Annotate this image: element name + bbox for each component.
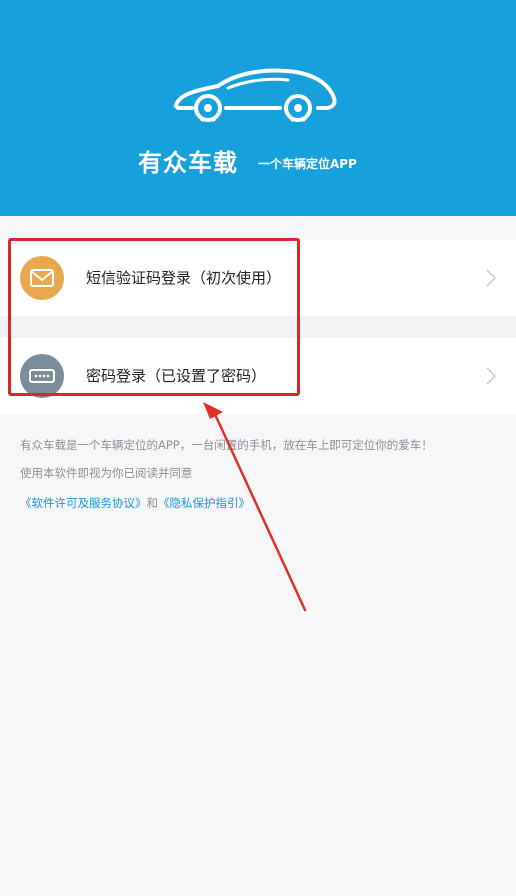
- chevron-right-icon: [486, 269, 496, 287]
- agreement-links: 《软件许可及服务协议》和《隐私保护指引》: [20, 494, 500, 512]
- agreement-notice: 使用本软件即视为你已阅读并同意: [20, 466, 193, 480]
- annotation-highlight-box: [8, 238, 300, 396]
- header-banner: 有众车载 一个车辆定位APP: [0, 0, 516, 216]
- brand-row: 有众车载 一个车辆定位APP: [138, 146, 398, 182]
- chevron-right-icon: [486, 367, 496, 385]
- privacy-guide-link[interactable]: 《隐私保护指引》: [158, 496, 250, 510]
- license-agreement-link[interactable]: 《软件许可及服务协议》: [20, 496, 147, 510]
- brand-slogan: 一个车辆定位APP: [258, 157, 357, 171]
- login-page: 有众车载 一个车辆定位APP 短信验证码登录（初次使用） 密码登录（已设置了密码…: [0, 0, 516, 896]
- app-description: 有众车载是一个车辆定位的APP，一台闲置的手机，放在车上即可定位你的爱车！: [20, 438, 433, 452]
- car-logo: [174, 68, 337, 122]
- brand-name: 有众车载: [138, 149, 238, 177]
- conjunction-text: 和: [146, 496, 159, 510]
